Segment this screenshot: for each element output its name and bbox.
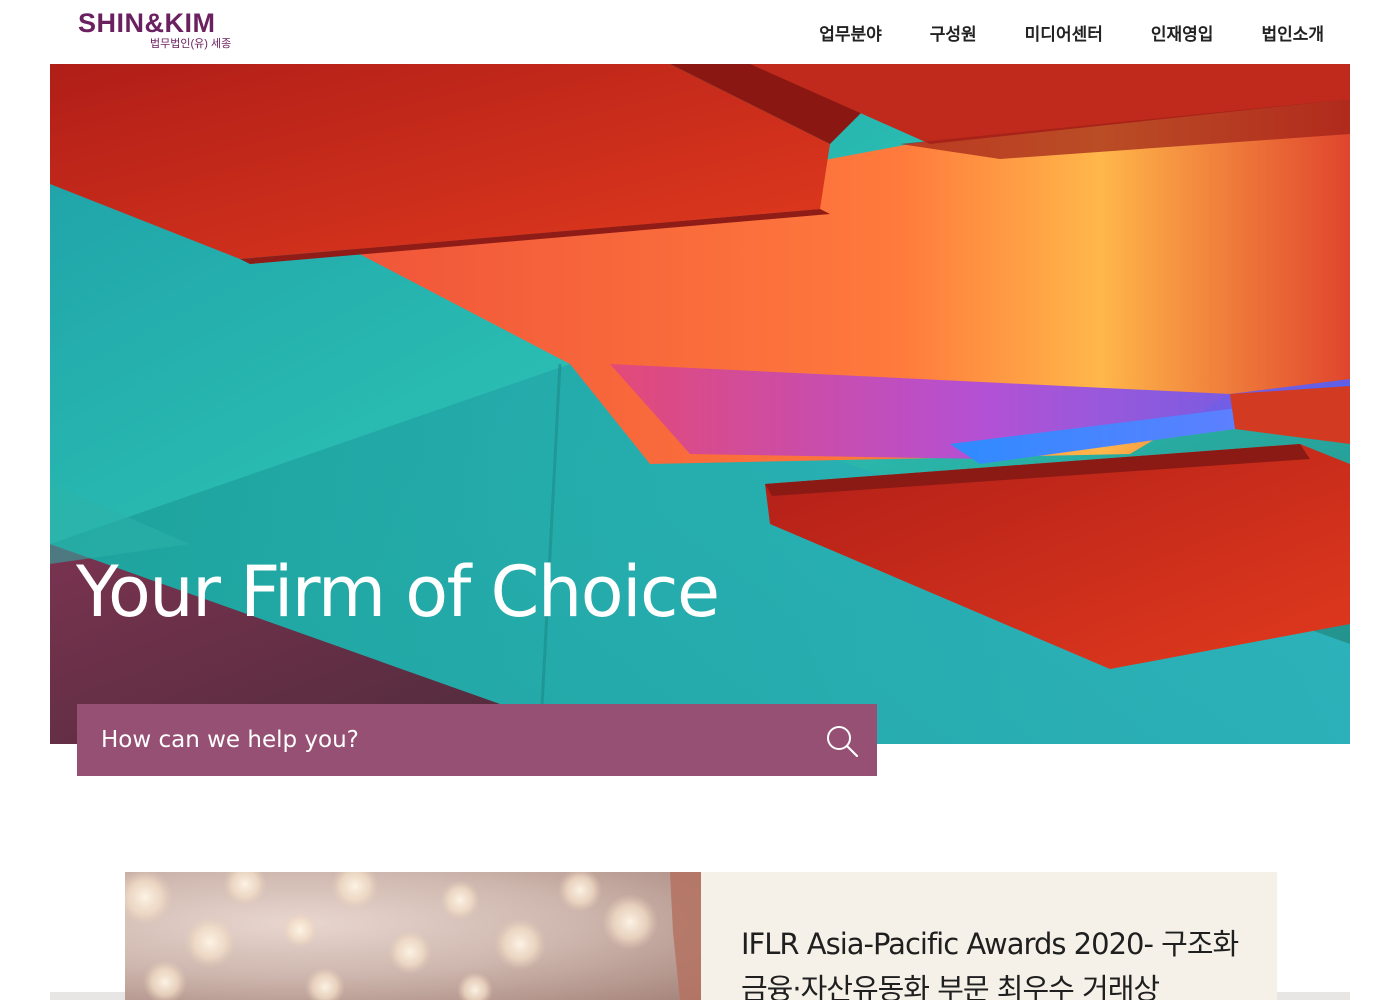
hero-banner: Your Firm of Choice [50,64,1350,744]
news-text-panel: IFLR Asia-Pacific Awards 2020- 구조화금융·자산유… [701,872,1277,1000]
hero-background-image [50,64,1350,744]
nav-item-practice-areas[interactable]: 업무분야 [819,20,882,45]
hero-title: Your Firm of Choice [76,551,720,633]
logo-wordmark: SHIN&KIM [78,8,216,38]
site-search [77,704,877,776]
site-header: SHIN&KIM 법무법인(유) 세종 업무분야 구성원 미디어센터 인재영입 … [0,0,1400,64]
search-icon[interactable] [825,724,859,758]
search-input[interactable] [77,704,817,776]
nav-item-about[interactable]: 법인소개 [1261,20,1324,45]
nav-item-professionals[interactable]: 구성원 [930,20,977,45]
news-title[interactable]: IFLR Asia-Pacific Awards 2020- 구조화금융·자산유… [741,922,1251,1000]
logo-subtitle: 법무법인(유) 세종 [150,38,232,50]
news-image [125,872,701,1000]
shinkim-logo[interactable]: SHIN&KIM 법무법인(유) 세종 [78,8,238,58]
nav-item-careers[interactable]: 인재영입 [1151,20,1214,45]
news-card[interactable]: IFLR Asia-Pacific Awards 2020- 구조화금융·자산유… [125,872,1277,1000]
bokeh-image [125,872,701,1000]
nav-item-media-center[interactable]: 미디어센터 [1025,20,1103,45]
main-nav: 업무분야 구성원 미디어센터 인재영입 법인소개 [771,0,1324,64]
